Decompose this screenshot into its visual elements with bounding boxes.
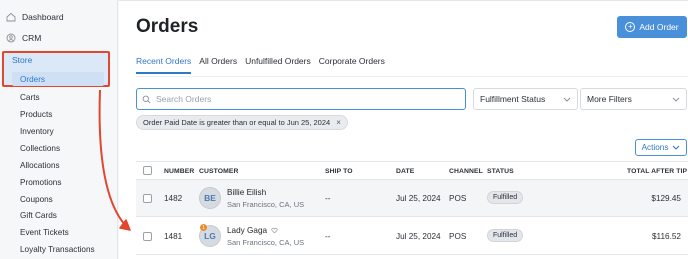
more-filters-label: More Filters [587,94,632,104]
table-row[interactable]: 1482 BE Billie Eilish San Francisco, CA,… [136,180,688,217]
filter-chip-label: Order Paid Date is greater than or equal… [143,118,331,127]
order-tabs: Recent Orders All Orders Unfulfilled Ord… [136,56,385,74]
tab-all-orders[interactable]: All Orders [199,56,237,74]
column-header-status[interactable]: STATUS [487,168,514,175]
order-total: $129.45 [651,194,681,203]
chevron-down-icon [672,97,680,102]
status-badge: Fulfilled [487,191,524,204]
ship-to: -- [325,232,331,241]
home-icon [6,12,16,22]
sidebar-item-crm[interactable]: CRM [6,33,41,43]
sidebar-item-products[interactable]: Products [20,110,52,119]
order-total: $116.52 [652,232,681,241]
tabs-divider [136,76,688,77]
search-box[interactable] [136,88,466,110]
fulfillment-status-label: Fulfillment Status [480,94,546,104]
column-header-ship-to[interactable]: SHIP TO [325,168,353,175]
ship-to: -- [325,194,331,203]
top-divider [119,0,688,1]
column-header-total-after-tip[interactable]: TOTAL AFTER TIP [627,168,687,175]
sidebar-item-gift-cards[interactable]: Gift Cards [20,211,57,220]
sidebar-item-carts[interactable]: Carts [20,93,40,102]
search-input[interactable] [156,94,456,104]
heart-icon [271,227,278,234]
order-number[interactable]: 1482 [164,194,182,203]
customer-name-text: Lady Gaga [227,226,268,235]
page-title: Orders [136,16,199,37]
order-number[interactable]: 1481 [164,232,182,241]
sidebar-item-label: Dashboard [22,12,64,22]
tab-corporate-orders[interactable]: Corporate Orders [319,56,385,74]
sidebar-item-collections[interactable]: Collections [20,144,60,153]
sidebar-item-orders[interactable]: Orders [20,75,45,84]
customer-location: San Francisco, CA, US [227,200,305,209]
sidebar-item-loyalty-transactions[interactable]: Loyalty Transactions [20,245,95,254]
main-content: Orders + Add Order Recent Orders All Ord… [119,0,688,259]
tab-recent-orders[interactable]: Recent Orders [136,56,192,74]
more-filters-select[interactable]: More Filters [580,88,687,110]
sidebar-item-label: CRM [22,33,42,43]
column-header-number[interactable]: NUMBER [164,168,194,175]
actions-label: Actions [641,143,669,152]
sidebar-item-store[interactable]: Store [6,55,32,65]
plus-circle-icon: + [625,22,636,32]
search-icon [142,95,151,103]
avatar: BE [199,187,221,209]
sidebar-item-label: Store [12,55,33,65]
table-header: NUMBER CUSTOMER SHIP TO DATE CHANNEL STA… [136,161,688,180]
filter-chip: Order Paid Date is greater than or equal… [136,115,348,130]
sidebar-item-inventory[interactable]: Inventory [20,127,54,136]
column-header-customer[interactable]: CUSTOMER [199,168,239,175]
chevron-down-icon [673,145,680,150]
sidebar-item-promotions[interactable]: Promotions [20,178,61,187]
customer-name[interactable]: Billie Eilish [227,188,266,197]
column-header-channel[interactable]: CHANNEL [449,168,483,175]
crm-icon [6,33,16,43]
status-badge: Fulfilled [487,229,524,242]
add-order-label: Add Order [639,22,679,32]
row-checkbox[interactable] [143,194,152,203]
row-checkbox[interactable] [143,232,152,241]
sidebar-item-allocations[interactable]: Allocations [20,161,60,170]
chevron-down-icon [563,97,571,102]
order-date: Jul 25, 2024 [396,194,441,203]
actions-button[interactable]: Actions [635,139,687,156]
order-channel: POS [449,194,467,203]
add-order-button[interactable]: + Add Order [617,16,687,38]
select-all-checkbox[interactable] [143,166,152,175]
order-date: Jul 25, 2024 [396,232,441,241]
column-header-date[interactable]: DATE [396,168,414,175]
avatar-badge: 1 [200,224,207,231]
sidebar-item-event-tickets[interactable]: Event Tickets [20,228,69,237]
sidebar-item-dashboard[interactable]: Dashboard [6,12,64,22]
customer-location: San Francisco, CA, US [227,238,305,247]
sidebar: Dashboard CRM Store Orders Carts Product… [0,0,118,259]
close-icon[interactable]: × [336,118,341,127]
sidebar-item-coupons[interactable]: Coupons [20,195,53,204]
fulfillment-status-select[interactable]: Fulfillment Status [473,88,578,110]
table-row[interactable]: 1481 LG 1 Lady Gaga San Francisco, CA, U… [136,217,688,255]
order-channel: POS [449,232,467,241]
tab-unfulfilled-orders[interactable]: Unfulfilled Orders [245,56,311,74]
customer-name[interactable]: Lady Gaga [227,226,278,235]
